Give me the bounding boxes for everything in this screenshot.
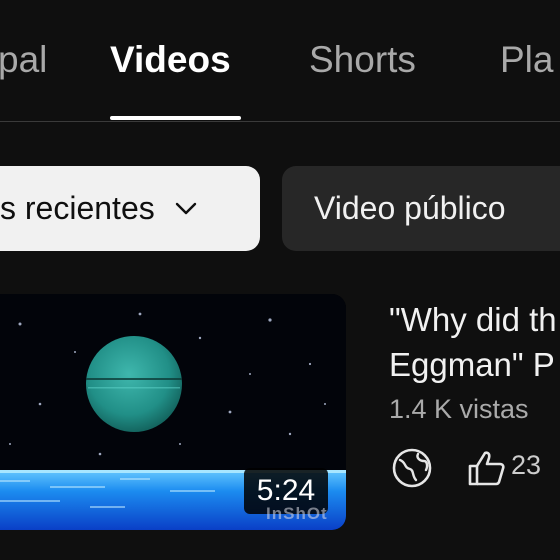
sort-chip-label: s recientes [0,190,155,226]
globe-icon [390,446,434,495]
sort-chip[interactable]: s recientes [0,166,260,251]
tab-playlists[interactable]: Pla [500,38,553,82]
video-title-line-2: Eggman" P [389,346,555,383]
channel-tabs: pal Videos Shorts Pla [0,0,560,122]
tab-videos[interactable]: Videos [110,38,231,82]
thumbnail-watermark: InShOt [266,504,328,523]
like-count: 23 [511,450,542,480]
video-title-line-1: "Why did th [389,301,557,338]
tabs-divider [0,121,560,122]
tab-shorts[interactable]: Shorts [309,38,416,82]
chevron-down-icon [175,202,197,216]
active-tab-indicator [110,116,241,120]
like-icon[interactable] [464,446,508,495]
filter-chip-label: Video público [314,190,506,226]
visibility-filter-chip[interactable]: Video público [282,166,560,251]
tab-principal[interactable]: pal [0,38,47,82]
video-views: 1.4 K vistas [389,394,529,424]
video-title[interactable]: "Why did th Eggman" P [389,297,560,387]
